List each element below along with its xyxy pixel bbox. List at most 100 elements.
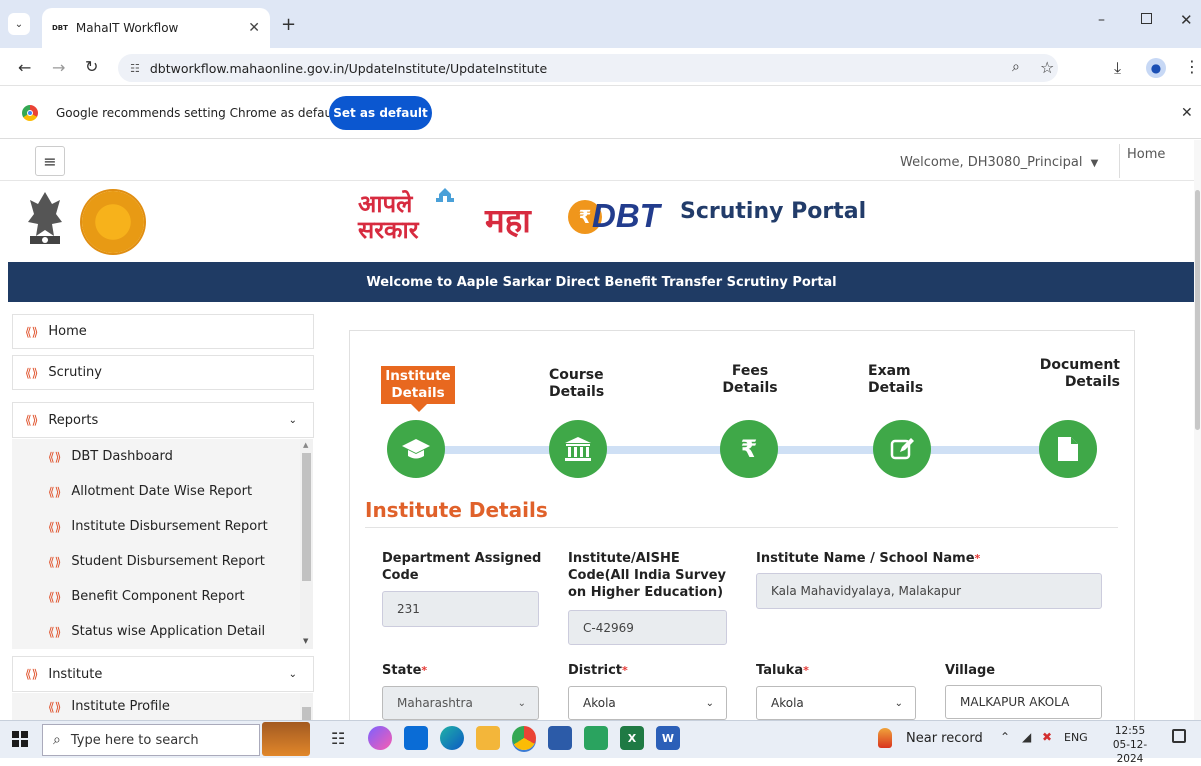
step-fees-details-label[interactable]: Fees Details: [721, 363, 779, 397]
edge-icon[interactable]: [440, 726, 464, 750]
taluka-select[interactable]: Akola ⌄: [756, 686, 916, 720]
clock-date: 05-12-2024: [1112, 739, 1148, 765]
tray-chevron-icon[interactable]: ⌃: [1000, 730, 1010, 744]
set-as-default-button[interactable]: Set as default: [329, 96, 432, 130]
back-icon[interactable]: ←: [18, 58, 31, 77]
dbt-logo-text: DBT: [592, 197, 660, 234]
step-exam-details-label[interactable]: Exam Details: [868, 363, 923, 397]
file-explorer-icon[interactable]: [476, 726, 500, 750]
forward-icon[interactable]: →: [52, 58, 65, 77]
village-value: MALKAPUR AKOLA: [960, 695, 1070, 709]
sidebar-subitem-allotment-report[interactable]: ⟪⟫ Allotment Date Wise Report: [12, 474, 300, 509]
excel-icon[interactable]: X: [620, 726, 644, 750]
minimize-icon[interactable]: –: [1098, 12, 1105, 28]
chevron-down-icon: ⌄: [288, 414, 297, 426]
village-field[interactable]: MALKAPUR AKOLA: [945, 685, 1102, 719]
contacts-app-icon[interactable]: [584, 726, 608, 750]
download-icon[interactable]: ⤓: [1114, 58, 1121, 78]
document-icon[interactable]: [1039, 420, 1097, 478]
sidebar-item-label: Scrutiny: [48, 365, 102, 380]
sidebar-item-scrutiny[interactable]: ⟪⟫ Scrutiny: [12, 355, 314, 390]
close-window-icon[interactable]: ✕: [1180, 11, 1193, 29]
graduation-cap-icon[interactable]: [387, 420, 445, 478]
bookmark-star-icon[interactable]: ☆: [1040, 58, 1054, 77]
label-line: on Higher Education): [568, 585, 724, 600]
network-icon[interactable]: ◢: [1022, 730, 1031, 744]
more-menu-icon[interactable]: ⋮: [1184, 57, 1200, 76]
diamond-bullet-icon: ⟪⟫: [48, 624, 62, 639]
required-asterisk: *: [974, 552, 981, 565]
sidebar-subitem-institute-disbursement[interactable]: ⟪⟫ Institute Disbursement Report: [12, 509, 300, 544]
reports-scrollbar[interactable]: ▲ ▼: [300, 439, 313, 649]
page-scrollbar-thumb[interactable]: [1195, 190, 1200, 430]
label-line: Code(All India Survey: [568, 568, 726, 583]
village-label: Village: [945, 663, 996, 678]
sidebar-subitem-dbt-dashboard[interactable]: ⟪⟫ DBT Dashboard: [12, 439, 300, 474]
sidebar-subitem-label: Institute Profile: [71, 699, 170, 714]
diamond-bullet-icon: ⟪⟫: [25, 667, 39, 681]
diamond-bullet-icon: ⟪⟫: [48, 554, 62, 569]
sidebar-item-reports[interactable]: ⟪⟫ Reports ⌄: [12, 402, 314, 438]
dept-code-field[interactable]: 231: [382, 591, 539, 627]
reload-icon[interactable]: ↻: [85, 57, 98, 76]
national-emblem-icon: [22, 188, 68, 256]
sidebar-subitem-student-disbursement[interactable]: ⟪⟫ Student Disbursement Report: [12, 544, 300, 579]
hamburger-menu-icon[interactable]: ≡: [35, 146, 65, 176]
url-text: dbtworkflow.mahaonline.gov.in/UpdateInst…: [149, 60, 548, 76]
speaker-muted-icon[interactable]: ✖: [1042, 730, 1052, 744]
label-text: District: [568, 663, 622, 678]
taskbar-search-box[interactable]: ⌕ Type here to search: [42, 724, 260, 756]
close-tab-icon[interactable]: ✕: [248, 20, 260, 36]
mail-icon[interactable]: [404, 726, 428, 750]
word-icon[interactable]: W: [656, 726, 680, 750]
sidebar-subitem-label: Student Disbursement Report: [71, 554, 265, 569]
district-select[interactable]: Akola ⌄: [568, 686, 727, 720]
step-document-details-label[interactable]: Document Details: [1030, 357, 1120, 391]
page-scrollbar[interactable]: [1194, 140, 1201, 720]
zoom-icon[interactable]: ⌕: [1012, 59, 1020, 75]
institute-scrollbar[interactable]: [300, 693, 313, 720]
sidebar-item-institute[interactable]: ⟪⟫ Institute ⌄: [12, 656, 314, 692]
aishe-code-field[interactable]: C-42969: [568, 610, 727, 645]
state-select[interactable]: Maharashtra ⌄: [382, 686, 539, 720]
store-icon[interactable]: [548, 726, 572, 750]
scrollbar-thumb[interactable]: [302, 707, 311, 720]
chrome-taskbar-icon[interactable]: [512, 726, 536, 750]
profile-icon[interactable]: ●: [1146, 58, 1166, 78]
windows-start-icon[interactable]: [12, 731, 28, 747]
search-highlight-image: [262, 722, 310, 756]
step-course-details-label[interactable]: Course Details: [549, 367, 604, 401]
aishe-code-label: Institute/AISHE Code(All India Survey on…: [568, 550, 726, 601]
select-value: Akola: [583, 696, 616, 710]
sidebar-item-home[interactable]: ⟪⟫ Home: [12, 314, 314, 349]
sidebar-subitem-institute-profile[interactable]: ⟪⟫ Institute Profile: [12, 693, 300, 720]
tab-search-chevron-icon[interactable]: ⌄: [8, 13, 30, 35]
new-tab-icon[interactable]: +: [281, 14, 296, 35]
task-view-icon[interactable]: ☷: [331, 729, 345, 748]
infobar-close-icon[interactable]: ✕: [1181, 105, 1193, 121]
scroll-down-icon[interactable]: ▼: [303, 637, 308, 645]
site-info-icon[interactable]: ☷: [130, 62, 140, 75]
chevron-down-icon: ⌄: [705, 697, 714, 709]
browser-tab[interactable]: DBT MahaIT Workflow ✕: [42, 8, 270, 48]
institution-building-icon[interactable]: [549, 420, 607, 478]
url-bar[interactable]: ☷ dbtworkflow.mahaonline.gov.in/UpdateIn…: [118, 54, 1058, 82]
sidebar-subitem-benefit-component[interactable]: ⟪⟫ Benefit Component Report: [12, 579, 300, 614]
language-indicator[interactable]: ENG: [1064, 731, 1088, 744]
copilot-icon[interactable]: [368, 726, 392, 750]
notifications-icon[interactable]: [1172, 729, 1186, 743]
edit-pencil-icon[interactable]: [873, 420, 931, 478]
diamond-bullet-icon: ⟪⟫: [25, 324, 39, 339]
scroll-up-icon[interactable]: ▲: [303, 441, 308, 449]
home-link[interactable]: Home: [1127, 147, 1165, 162]
weather-text[interactable]: Near record: [906, 731, 983, 746]
welcome-user-dropdown[interactable]: Welcome, DH3080_Principal ▼: [900, 155, 1098, 170]
restore-icon[interactable]: [1141, 13, 1152, 24]
institute-name-field[interactable]: Kala Mahavidyalaya, Malakapur: [756, 573, 1102, 609]
scrollbar-thumb[interactable]: [302, 453, 311, 581]
step-institute-details-label[interactable]: Institute Details: [381, 366, 455, 404]
clock[interactable]: 12:55 05-12-2024: [1100, 724, 1160, 766]
portal-title: Scrutiny Portal: [680, 199, 867, 224]
rupee-icon[interactable]: ₹: [720, 420, 778, 478]
sidebar-subitem-status-wise[interactable]: ⟪⟫ Status wise Application Detail: [12, 614, 300, 649]
